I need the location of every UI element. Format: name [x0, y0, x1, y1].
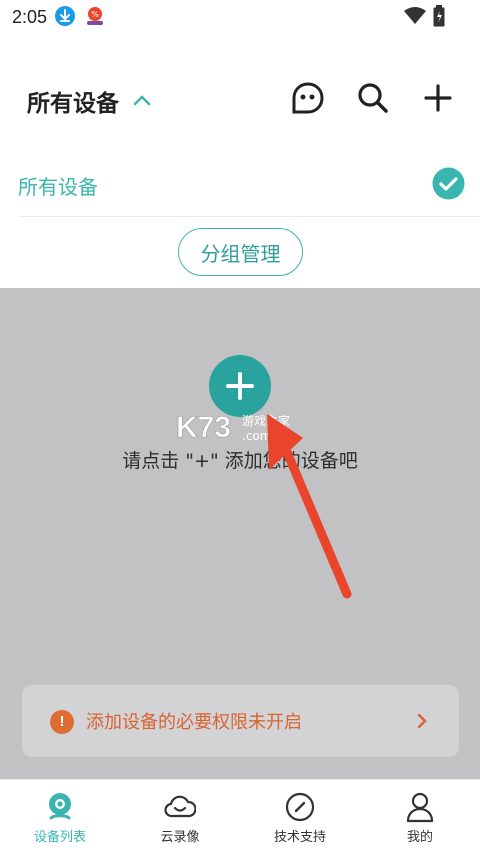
group-manage-area: 分组管理	[0, 217, 480, 288]
nav-label: 云录像	[160, 830, 200, 845]
chevron-right-icon	[415, 711, 429, 731]
status-time: 2:05	[12, 7, 48, 27]
nav-tech-support[interactable]: 技术支持	[240, 780, 360, 853]
compass-icon	[285, 792, 315, 822]
nav-label: 技术支持	[273, 830, 326, 845]
search-icon[interactable]	[355, 80, 391, 116]
header: 所有设备	[0, 34, 480, 154]
group-item-all-devices[interactable]: 所有设备	[0, 154, 480, 216]
check-icon	[432, 167, 465, 200]
svg-text:K73: K73	[176, 411, 231, 444]
warning-icon: !	[50, 710, 74, 734]
arrow-annotation	[267, 414, 352, 599]
message-icon[interactable]	[290, 80, 326, 116]
page-title[interactable]: 所有设备	[27, 84, 119, 118]
battery-icon	[433, 5, 445, 27]
permission-text: 添加设备的必要权限未开启	[86, 712, 302, 733]
user-icon	[406, 792, 434, 823]
download-icon	[55, 6, 75, 26]
cloud-icon	[164, 795, 196, 818]
nav-label: 设备列表	[33, 830, 86, 845]
nav-device-list[interactable]: 设备列表	[0, 780, 120, 853]
add-icon[interactable]	[420, 80, 456, 116]
camera-icon	[49, 793, 71, 820]
empty-hint: 请点击 "+" 添加您的设备吧	[122, 450, 358, 472]
group-manage-button[interactable]: 分组管理	[178, 228, 303, 276]
chevron-up-icon[interactable]	[132, 92, 152, 106]
nav-label: 我的	[406, 830, 433, 845]
dim-overlay[interactable]: K73 游戏之家 .com 请点击 "+" 添加您的设备吧 ! 添加设备的必要权…	[0, 288, 480, 779]
wifi-icon	[404, 7, 426, 25]
nav-mine[interactable]: 我的	[360, 780, 480, 853]
svg-text:%: %	[91, 10, 99, 19]
permission-banner[interactable]: ! 添加设备的必要权限未开启	[22, 685, 459, 757]
group-item-label: 所有设备	[18, 175, 98, 199]
status-bar: 2:05 %	[0, 0, 480, 34]
nav-cloud-recording[interactable]: 云录像	[120, 780, 240, 853]
bottom-nav: 设备列表 云录像 技术支持 我的	[0, 779, 480, 853]
plus-icon	[226, 372, 254, 400]
app-notification-icon: %	[84, 5, 106, 27]
